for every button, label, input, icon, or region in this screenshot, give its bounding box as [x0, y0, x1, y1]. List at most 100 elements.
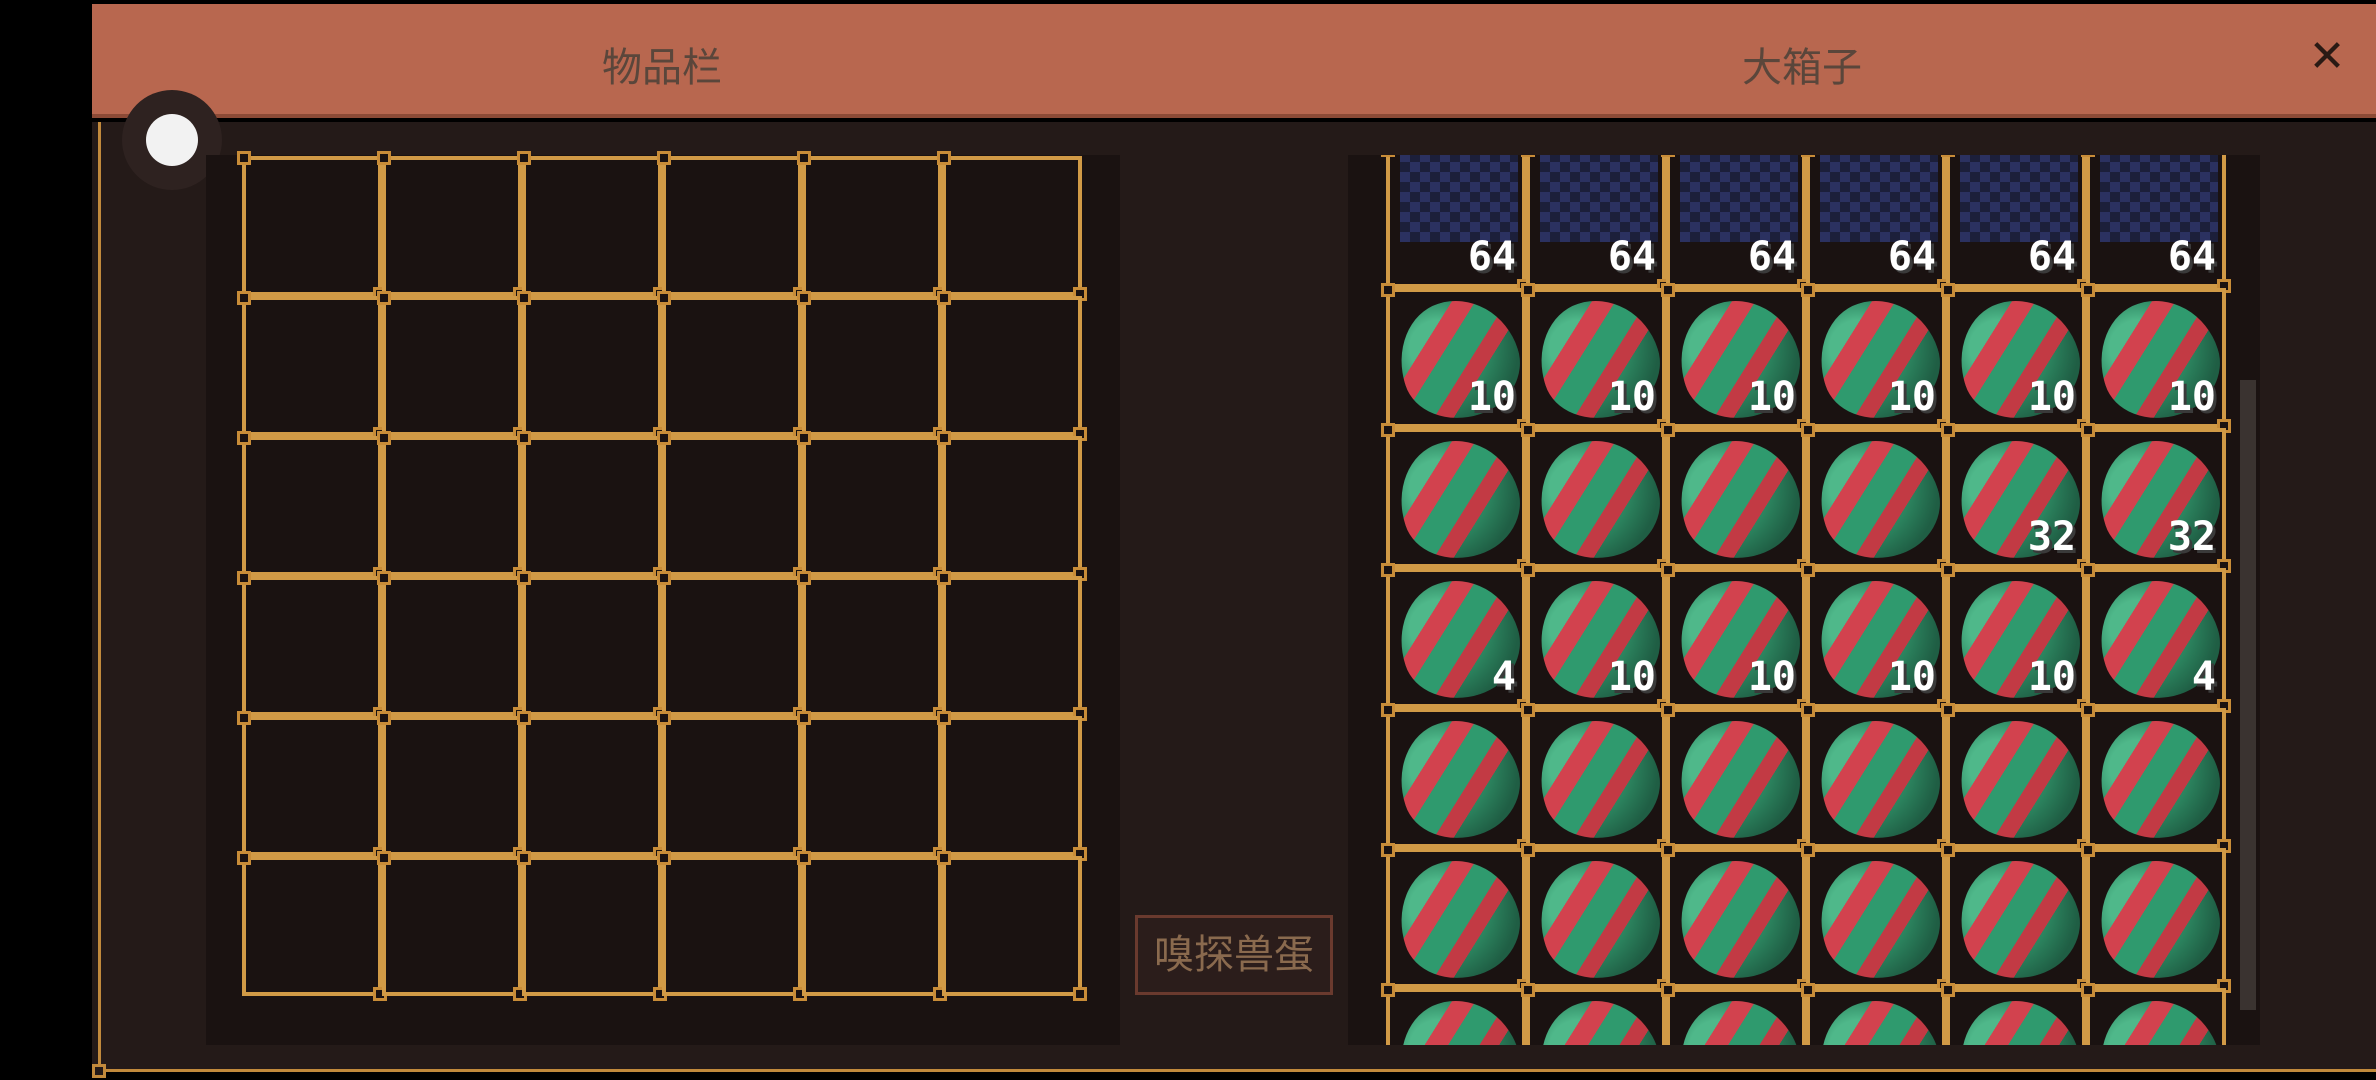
chest-slot[interactable]	[1381, 703, 1534, 854]
obsidian-icon	[1400, 155, 1518, 242]
chest-slot[interactable]: 10	[1661, 283, 1814, 434]
egg-icon	[1384, 984, 1534, 1045]
inventory-slot[interactable]	[237, 431, 387, 581]
inventory-slot[interactable]	[237, 291, 387, 441]
inventory-slot[interactable]	[797, 431, 947, 581]
inventory-slot[interactable]	[657, 711, 807, 861]
chest-slot[interactable]	[1381, 843, 1534, 994]
inventory-slot[interactable]	[517, 851, 667, 1001]
chest-slot[interactable]: 64	[2081, 155, 2231, 293]
chest-slot[interactable]	[1801, 703, 1954, 854]
egg-icon	[1524, 844, 1674, 994]
chest-slot[interactable]: 4	[2081, 563, 2234, 714]
panel-corner	[92, 1064, 106, 1078]
chest-slot[interactable]: 32	[2081, 423, 2234, 574]
item-count: 4	[2191, 654, 2216, 700]
chest-slot[interactable]: 64	[1661, 155, 1811, 293]
egg-icon	[1664, 424, 1814, 574]
chest-slot[interactable]	[1521, 423, 1674, 574]
inventory-slot[interactable]	[937, 151, 1087, 301]
inventory-slot[interactable]	[657, 851, 807, 1001]
item-count: 10	[1887, 374, 1936, 420]
chest-slot[interactable]	[2081, 843, 2234, 994]
chest-slot[interactable]: 10	[1941, 283, 2094, 434]
obsidian-icon	[1540, 155, 1658, 242]
chest-slot[interactable]	[1661, 843, 1814, 994]
inventory-slot[interactable]	[797, 851, 947, 1001]
chest-slot[interactable]: 10	[1801, 283, 1954, 434]
sniffer-egg-button[interactable]: 嗅探兽蛋	[1135, 915, 1333, 995]
inventory-slot[interactable]	[797, 711, 947, 861]
chest-slot[interactable]	[1661, 423, 1814, 574]
chest-slot[interactable]	[1801, 843, 1954, 994]
chest-slot[interactable]	[1521, 983, 1674, 1045]
chest-slot[interactable]: 10	[1521, 563, 1674, 714]
chest-slot[interactable]	[1381, 423, 1534, 574]
inventory-slot[interactable]	[657, 291, 807, 441]
item-count: 32	[2027, 514, 2076, 560]
chest-slot[interactable]	[1801, 983, 1954, 1045]
chest-slot[interactable]	[1941, 983, 2094, 1045]
inventory-slot[interactable]	[657, 151, 807, 301]
inventory-slot[interactable]	[517, 571, 667, 721]
chest-slot[interactable]	[1521, 843, 1674, 994]
chest-slot[interactable]: 4	[1381, 563, 1534, 714]
inventory-slot[interactable]	[237, 711, 387, 861]
chest-slot[interactable]	[1521, 703, 1674, 854]
inventory-slot[interactable]	[517, 151, 667, 301]
inventory-slot[interactable]	[377, 851, 527, 1001]
egg-icon	[1664, 704, 1814, 854]
chest-slot[interactable]	[1801, 423, 1954, 574]
inventory-slot[interactable]	[517, 711, 667, 861]
inventory-slot[interactable]	[377, 291, 527, 441]
chest-slot[interactable]	[1661, 703, 1814, 854]
chest-slot[interactable]	[1941, 703, 2094, 854]
chest-slot[interactable]	[1381, 983, 1534, 1045]
inventory-slot[interactable]	[937, 291, 1087, 441]
inventory-slot[interactable]	[797, 291, 947, 441]
egg-icon	[1524, 704, 1674, 854]
egg-icon	[2084, 704, 2234, 854]
item-count: 10	[1747, 374, 1796, 420]
chest-slot[interactable]: 10	[1661, 563, 1814, 714]
close-button[interactable]: ✕	[2302, 32, 2352, 82]
inventory-slot[interactable]	[937, 431, 1087, 581]
chest-slot[interactable]: 64	[1381, 155, 1531, 293]
inventory-slot[interactable]	[657, 571, 807, 721]
inventory-slot[interactable]	[797, 151, 947, 301]
inventory-slot[interactable]	[517, 431, 667, 581]
chest-slot[interactable]: 10	[1941, 563, 2094, 714]
inventory-slot[interactable]	[377, 711, 527, 861]
chest-slot[interactable]: 64	[1521, 155, 1671, 293]
chest-slot[interactable]: 10	[1801, 563, 1954, 714]
inventory-slot[interactable]	[377, 571, 527, 721]
item-count: 10	[1467, 374, 1516, 420]
item-count: 4	[1491, 654, 1516, 700]
inventory-slot[interactable]	[517, 291, 667, 441]
inventory-slot[interactable]	[937, 571, 1087, 721]
chest-slot[interactable]: 64	[1941, 155, 2091, 293]
obsidian-icon	[1820, 155, 1938, 242]
chest-slot[interactable]	[1661, 983, 1814, 1045]
inventory-slot[interactable]	[377, 431, 527, 581]
chest-slot[interactable]: 10	[2081, 283, 2234, 434]
egg-icon	[1384, 424, 1534, 574]
chest-slot[interactable]	[2081, 703, 2234, 854]
inventory-slot[interactable]	[937, 711, 1087, 861]
inventory-slot[interactable]	[937, 851, 1087, 1001]
chest-scrollbar[interactable]	[2240, 380, 2256, 1010]
chest-slot[interactable]	[1941, 843, 2094, 994]
inventory-slot[interactable]	[237, 851, 387, 1001]
inventory-slot[interactable]	[237, 571, 387, 721]
chest-slot[interactable]	[2081, 983, 2234, 1045]
inventory-slot[interactable]	[237, 151, 387, 301]
chest-slot[interactable]: 10	[1381, 283, 1534, 434]
inventory-slot[interactable]	[657, 431, 807, 581]
chest-slot[interactable]: 64	[1801, 155, 1951, 293]
inventory-slot[interactable]	[377, 151, 527, 301]
item-count: 64	[2167, 234, 2216, 280]
inventory-slot[interactable]	[797, 571, 947, 721]
item-count: 10	[1887, 654, 1936, 700]
chest-slot[interactable]: 10	[1521, 283, 1674, 434]
chest-slot[interactable]: 32	[1941, 423, 2094, 574]
